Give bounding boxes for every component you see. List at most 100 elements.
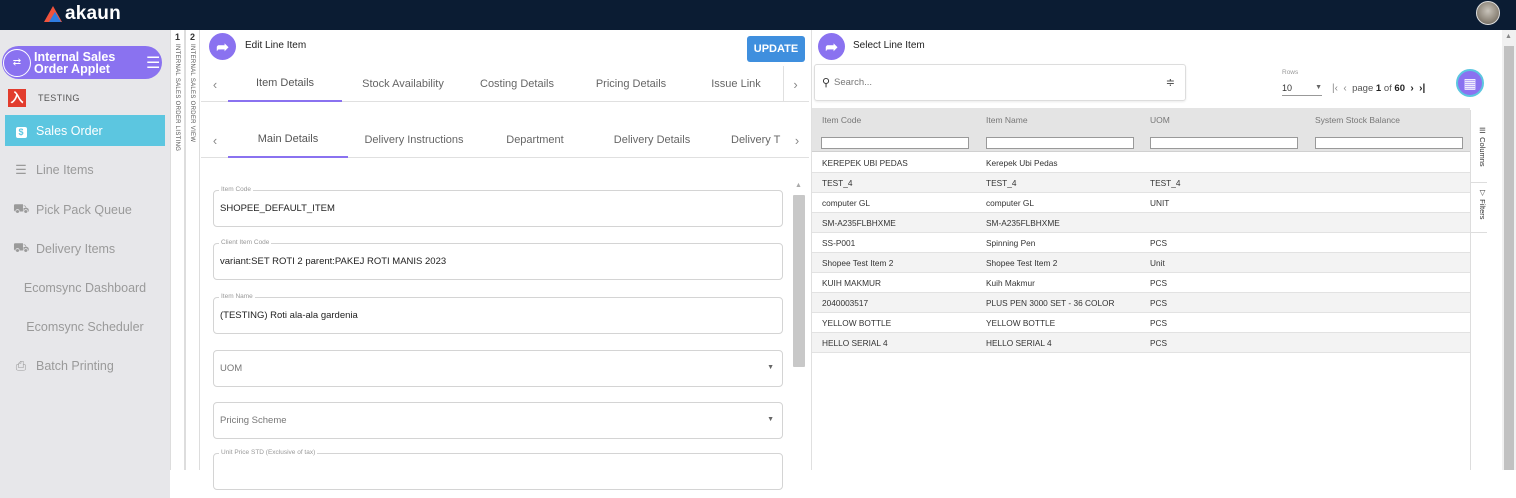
sidebar-item-ecomsync-dashboard[interactable]: Ecomsync Dashboard	[5, 272, 165, 303]
page-scrollbar[interactable]: ▲	[1502, 30, 1516, 470]
applet-switcher[interactable]: ⇄ Internal Sales Order Applet ☰	[2, 46, 162, 79]
scroll-up-icon[interactable]: ▲	[795, 182, 802, 189]
menu-collapse-icon[interactable]: ☰	[146, 53, 160, 73]
table-row[interactable]: Shopee Test Item 2 Shopee Test Item 2 Unit	[812, 253, 1470, 273]
page-tab-1[interactable]: 1 INTERNAL SALES ORDER LISTING	[170, 30, 185, 470]
table-row[interactable]: SS-P001 Spinning Pen PCS	[812, 233, 1470, 253]
tabs-scroll-left-icon[interactable]: ‹	[203, 66, 227, 102]
sidebar-item-batch-printing[interactable]: ⎙ Batch Printing	[5, 350, 165, 381]
org-logo-icon: 入	[8, 89, 26, 107]
cell-uom: PCS	[1150, 338, 1168, 348]
item-code-field[interactable]: Item Code SHOPEE_DEFAULT_ITEM	[213, 186, 783, 227]
akaun-logo[interactable]: akaun	[44, 2, 121, 26]
back-button[interactable]: ➦	[818, 33, 845, 60]
cell-uom: Unit	[1150, 258, 1165, 268]
search-input[interactable]: Search...	[834, 77, 872, 88]
subtab-department[interactable]: Department	[485, 122, 585, 158]
rows-value: 10	[1282, 83, 1293, 93]
grid-icon: ▦	[1463, 74, 1477, 91]
table-row[interactable]: KEREPEK UBI PEDAS Kerepek Ubi Pedas	[812, 153, 1470, 173]
org-label: TESTING	[38, 93, 80, 103]
page-tab-2[interactable]: 2 INTERNAL SALES ORDER VIEW	[185, 30, 200, 470]
cell-item-name: Shopee Test Item 2	[986, 258, 1058, 268]
grid-view-button[interactable]: ▦	[1456, 69, 1484, 97]
filter-input-item-code[interactable]	[821, 137, 969, 149]
tab-item-details[interactable]: Item Details	[228, 66, 342, 102]
table-row[interactable]: KUIH MAKMUR Kuih Makmur PCS	[812, 273, 1470, 293]
next-page-icon[interactable]: ›	[1408, 83, 1417, 94]
filter-icon[interactable]: ≑	[1166, 76, 1175, 89]
uom-select[interactable]: UOM ▼	[213, 350, 783, 387]
filter-input-uom[interactable]	[1150, 137, 1298, 149]
table-row[interactable]: 2040003517 PLUS PEN 3000 SET - 36 COLOR PC…	[812, 293, 1470, 313]
field-label: Item Code	[219, 186, 253, 193]
form-scrollbar[interactable]: ▲	[792, 182, 806, 470]
table-row[interactable]: HELLO SERIAL 4 HELLO SERIAL 4 PCS	[812, 333, 1470, 353]
sidebar-item-delivery-items[interactable]: ⛟ Delivery Items	[5, 233, 165, 264]
filter-input-system-stock-balance[interactable]	[1315, 137, 1463, 149]
prev-page-icon[interactable]: ‹	[1341, 83, 1350, 94]
rows-per-page-select[interactable]: 10 ▼	[1282, 83, 1322, 96]
subtab-delivery-details[interactable]: Delivery Details	[597, 122, 707, 158]
tab-issue-link[interactable]: Issue Link	[696, 66, 776, 102]
table-row[interactable]: computer GL computer GL UNIT	[812, 193, 1470, 213]
back-button[interactable]: ➦	[209, 33, 236, 60]
update-button[interactable]: UPDATE	[747, 36, 805, 62]
column-header-uom[interactable]: UOM	[1150, 115, 1170, 125]
pricing-scheme-select[interactable]: Pricing Scheme ▼	[213, 402, 783, 439]
tab-stock-availability[interactable]: Stock Availability	[347, 66, 459, 102]
sidebar-item-label: Delivery Items	[36, 241, 116, 256]
tab-costing-details[interactable]: Costing Details	[467, 66, 567, 102]
table-row[interactable]: TEST_4 TEST_4 TEST_4	[812, 173, 1470, 193]
page-tab-label: INTERNAL SALES ORDER VIEW	[189, 44, 195, 143]
tabs-scroll-right-icon[interactable]: ›	[783, 66, 807, 102]
field-label: Item Name	[219, 293, 255, 300]
sidebar-item-label: Ecomsync Dashboard	[23, 280, 147, 295]
line-item-grid: Item Code Item Name UOM System Stock Bal…	[812, 108, 1470, 470]
columns-tool-label: Columns	[1478, 137, 1487, 167]
subtabs-scroll-left-icon[interactable]: ‹	[203, 122, 227, 158]
pagination: |‹ ‹ page 1 of 60 › ›|	[1332, 83, 1425, 94]
first-page-icon[interactable]: |‹	[1332, 83, 1338, 94]
column-header-item-name[interactable]: Item Name	[986, 115, 1028, 125]
cell-uom: PCS	[1150, 318, 1168, 328]
subtab-main-details[interactable]: Main Details	[228, 122, 348, 158]
cell-uom: PCS	[1150, 298, 1168, 308]
table-row[interactable]: YELLOW BOTTLE YELLOW BOTTLE PCS	[812, 313, 1470, 333]
subtab-delivery-instructions[interactable]: Delivery Instructions	[351, 122, 477, 158]
user-avatar[interactable]	[1476, 1, 1500, 25]
last-page-icon[interactable]: ›|	[1419, 83, 1425, 94]
search-box[interactable]: ⚲ Search... ≑	[814, 64, 1186, 101]
column-header-item-code[interactable]: Item Code	[822, 115, 861, 125]
unit-price-field[interactable]: Unit Price STD (Exclusive of tax)	[213, 449, 783, 490]
edit-line-item-panel: ➦ Edit Line Item UPDATE ‹ Item Details S…	[201, 30, 809, 490]
org-selector[interactable]: 入 TESTING	[8, 88, 80, 108]
tab-pricing-details[interactable]: Pricing Details	[581, 66, 681, 102]
client-item-code-field[interactable]: Client Item Code variant:SET ROTI 2 pare…	[213, 239, 783, 280]
truck-icon: ⛟	[13, 200, 30, 216]
main-tabs: ‹ Item Details Stock Availability Costin…	[201, 66, 809, 102]
grid-filter-row	[812, 132, 1470, 152]
cell-item-name: Spinning Pen	[986, 238, 1036, 248]
scrollbar-thumb[interactable]	[793, 195, 805, 367]
sub-tabs: ‹ Main Details Delivery Instructions Dep…	[201, 122, 809, 158]
sidebar-item-line-items[interactable]: ☰ Line Items	[5, 154, 165, 185]
cell-item-code: KUIH MAKMUR	[822, 278, 882, 288]
sidebar-item-sales-order[interactable]: $ Sales Order	[5, 115, 165, 146]
scrollbar-thumb[interactable]	[1504, 46, 1514, 470]
sidebar-item-ecomsync-scheduler[interactable]: Ecomsync Scheduler	[5, 311, 165, 342]
subtab-delivery-t[interactable]: Delivery T	[731, 122, 785, 158]
column-header-system-stock-balance[interactable]: System Stock Balance	[1315, 115, 1400, 125]
rows-label: Rows	[1282, 69, 1299, 76]
applet-icon: ⇄	[3, 48, 31, 77]
columns-tool[interactable]: ☰ Columns	[1471, 126, 1487, 167]
subtabs-scroll-right-icon[interactable]: ›	[785, 122, 809, 158]
table-row[interactable]: SM-A235FLBHXME SM-A235FLBHXME	[812, 213, 1470, 233]
cell-item-code: 2040003517	[822, 298, 869, 308]
cell-item-code: KEREPEK UBI PEDAS	[822, 158, 908, 168]
scroll-up-icon[interactable]: ▲	[1505, 33, 1512, 40]
item-name-field[interactable]: Item Name (TESTING) Roti ala-ala gardeni…	[213, 293, 783, 334]
sidebar-item-pick-pack-queue[interactable]: ⛟ Pick Pack Queue	[5, 194, 165, 225]
filters-tool[interactable]: ▽ Filters	[1471, 188, 1487, 220]
filter-input-item-name[interactable]	[986, 137, 1134, 149]
